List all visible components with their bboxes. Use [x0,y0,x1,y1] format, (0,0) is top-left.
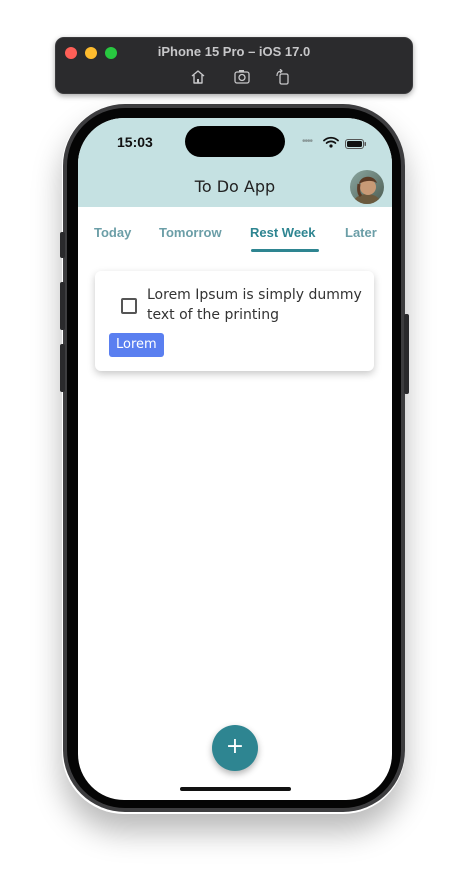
cellular-dots-icon: •••• [302,136,313,147]
battery-icon [345,136,367,149]
simulator-title: iPhone 15 Pro – iOS 17.0 [157,44,311,59]
tab-selected-indicator [251,249,319,252]
task-tag[interactable]: Lorem [109,333,164,357]
tab-bar: Today Tomorrow Rest Week Later [78,207,392,257]
tab-rest-week[interactable]: Rest Week [250,225,316,240]
simulator-toolbar: iPhone 15 Pro – iOS 17.0 [55,37,413,94]
task-checkbox[interactable] [121,298,137,314]
add-task-button[interactable]: + [212,725,258,771]
wifi-icon [323,135,339,148]
task-card[interactable]: Lorem Ipsum is simply dummy text of the … [95,271,374,371]
screenshot-icon[interactable] [233,69,251,85]
simulator-canvas: iPhone 15 Pro – iOS 17.0 15:03 •••• To D… [0,0,469,887]
home-indicator[interactable] [180,787,291,791]
power-button[interactable] [404,314,409,394]
volume-up-button[interactable] [60,282,65,330]
tab-tomorrow[interactable]: Tomorrow [159,225,222,240]
volume-down-button[interactable] [60,344,65,392]
home-icon[interactable] [189,69,207,85]
app-title: To Do App [194,177,276,196]
rotate-icon[interactable] [274,68,292,85]
user-avatar[interactable] [350,170,384,204]
dynamic-island [185,126,285,157]
status-time: 15:03 [117,134,153,150]
action-button[interactable] [60,232,65,258]
tab-later[interactable]: Later [345,225,377,240]
app-header: 15:03 •••• To Do App [78,118,392,207]
tab-today[interactable]: Today [94,225,131,240]
phone-screen: 15:03 •••• To Do App Today Tomorrow Rest… [78,118,392,800]
task-text: Lorem Ipsum is simply dummy text of the … [147,287,362,323]
